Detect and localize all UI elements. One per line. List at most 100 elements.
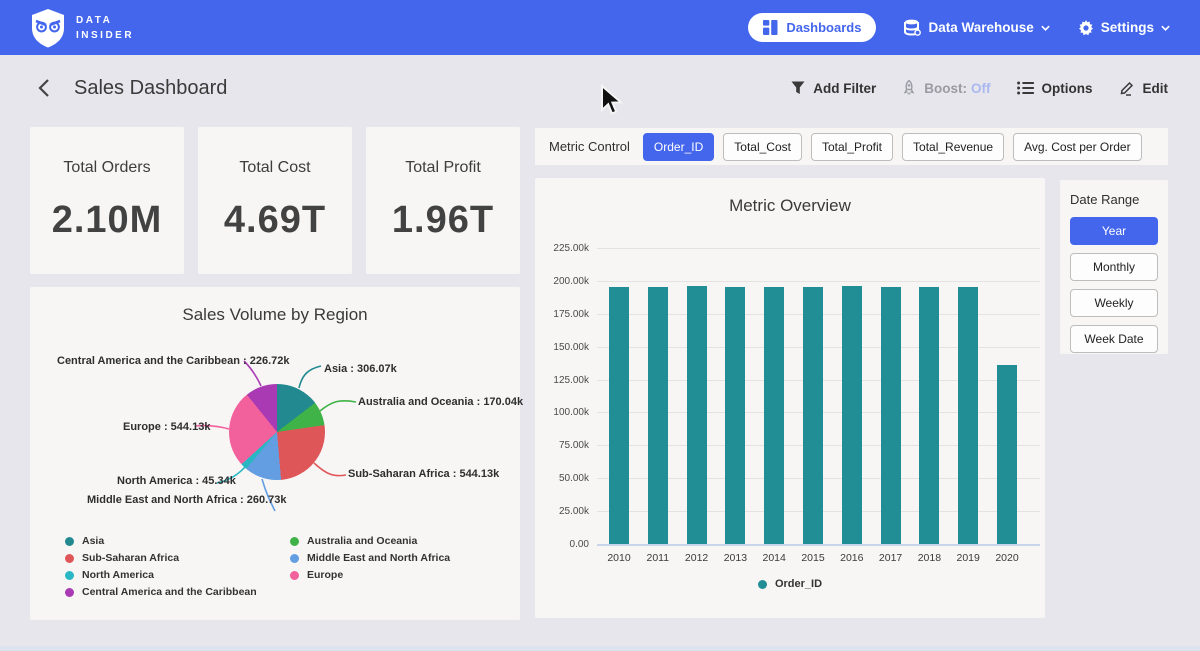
x-axis-tick: 2016 bbox=[832, 552, 872, 564]
date-range-label: Date Range bbox=[1070, 192, 1158, 207]
chevron-down-icon bbox=[1161, 25, 1170, 31]
gridline bbox=[597, 281, 1040, 282]
x-axis-tick: 2019 bbox=[948, 552, 988, 564]
kpi-value: 4.69T bbox=[224, 199, 326, 242]
chevron-down-icon bbox=[1041, 25, 1050, 31]
bar-2013[interactable] bbox=[725, 287, 745, 544]
pie-legend-column-2: Australia and Oceania Middle East and Nor… bbox=[290, 535, 450, 581]
y-axis-tick: 200.00k bbox=[535, 276, 589, 287]
metric-option-total-revenue[interactable]: Total_Revenue bbox=[902, 133, 1004, 161]
y-axis-tick: 175.00k bbox=[535, 309, 589, 320]
database-icon bbox=[904, 19, 921, 36]
filter-icon bbox=[791, 81, 805, 95]
pie-legend-item-sub-saharan-africa: Sub-Saharan Africa bbox=[65, 552, 257, 564]
pie-legend-item-middle-east-and-north-africa: Middle East and North Africa bbox=[290, 552, 450, 564]
y-axis-tick: 50.00k bbox=[535, 473, 589, 484]
boost-toggle[interactable]: Boost: Off bbox=[902, 80, 990, 96]
metric-option-total-profit[interactable]: Total_Profit bbox=[811, 133, 893, 161]
settings-label: Settings bbox=[1101, 20, 1154, 35]
edit-button[interactable]: Edit bbox=[1119, 80, 1169, 96]
pie-slice-label: Asia : 306.07k bbox=[324, 363, 397, 375]
x-axis-tick: 2018 bbox=[909, 552, 949, 564]
gear-icon bbox=[1078, 20, 1094, 36]
x-axis-tick: 2011 bbox=[638, 552, 678, 564]
bar-2019[interactable] bbox=[958, 287, 978, 545]
legend-label: Sub-Saharan Africa bbox=[82, 552, 179, 564]
add-filter-button[interactable]: Add Filter bbox=[791, 81, 876, 96]
legend-label: Europe bbox=[307, 569, 343, 581]
boost-value: Off bbox=[971, 81, 991, 96]
legend-label: Australia and Oceania bbox=[307, 535, 417, 547]
pie-chart-card: Sales Volume by Region Asia : 306.07k Au… bbox=[30, 287, 520, 620]
legend-dot-icon bbox=[65, 537, 74, 546]
edit-label: Edit bbox=[1143, 81, 1169, 96]
pie-legend-item-australia-and-oceania: Australia and Oceania bbox=[290, 535, 450, 547]
x-axis-tick: 2012 bbox=[677, 552, 717, 564]
metric-option-order-id[interactable]: Order_ID bbox=[643, 133, 714, 161]
metric-control-bar: Metric Control Order_IDTotal_CostTotal_P… bbox=[535, 128, 1168, 165]
kpi-value: 1.96T bbox=[392, 199, 494, 242]
pencil-icon bbox=[1119, 80, 1135, 96]
data-warehouse-menu[interactable]: Data Warehouse bbox=[904, 19, 1049, 36]
gridline bbox=[597, 248, 1040, 249]
metric-control-buttons: Order_ID Total_Cost Total_Profit Total_Reve… bbox=[643, 133, 1142, 161]
brand-line2: INSIDER bbox=[76, 28, 134, 43]
x-axis-tick: 2013 bbox=[715, 552, 755, 564]
pie-chart[interactable] bbox=[229, 384, 325, 480]
options-button[interactable]: Options bbox=[1017, 81, 1093, 96]
pie-legend-item-asia: Asia bbox=[65, 535, 257, 547]
bar-2010[interactable] bbox=[609, 287, 629, 544]
bar-2017[interactable] bbox=[881, 287, 901, 544]
bar-2014[interactable] bbox=[764, 287, 784, 544]
legend-dot-icon bbox=[290, 554, 299, 563]
back-chevron-icon bbox=[38, 78, 50, 98]
pie-slice-label: Sub-Saharan Africa : 544.13k bbox=[348, 468, 499, 480]
bar-2020[interactable] bbox=[997, 365, 1017, 544]
pie-slice-label: Australia and Oceania : 170.04k bbox=[358, 396, 523, 408]
bottom-strip bbox=[0, 646, 1200, 651]
y-axis-tick: 150.00k bbox=[535, 342, 589, 353]
kpi-label: Total Orders bbox=[63, 159, 150, 177]
dashboards-button[interactable]: Dashboards bbox=[748, 13, 876, 42]
legend-dot-icon bbox=[758, 580, 767, 589]
back-button[interactable] bbox=[32, 76, 56, 100]
bar-2012[interactable] bbox=[687, 286, 707, 544]
y-axis-tick: 225.00k bbox=[535, 243, 589, 254]
bar-legend: Order_ID bbox=[535, 578, 1045, 590]
settings-menu[interactable]: Settings bbox=[1078, 20, 1170, 36]
page-title: Sales Dashboard bbox=[74, 77, 227, 100]
bar-2015[interactable] bbox=[803, 287, 823, 544]
pie-legend-item-europe: Europe bbox=[290, 569, 450, 581]
options-label: Options bbox=[1042, 81, 1093, 96]
legend-dot-icon bbox=[290, 571, 299, 580]
owl-icon bbox=[30, 8, 66, 48]
metric-option-total-cost[interactable]: Total_Cost bbox=[723, 133, 802, 161]
date-range-option-year[interactable]: Year bbox=[1070, 217, 1158, 245]
pie-legend-column-1: Asia Sub-Saharan Africa North America Centr… bbox=[65, 535, 257, 598]
metric-option-avg-cost-per-order[interactable]: Avg. Cost per Order bbox=[1013, 133, 1142, 161]
date-range-buttons: Year Monthly Weekly Week Date bbox=[1070, 217, 1158, 353]
list-icon bbox=[1017, 81, 1034, 95]
kpi-card-total-profit: Total Profit 1.96T bbox=[366, 127, 520, 274]
bar-2011[interactable] bbox=[648, 287, 668, 544]
data-warehouse-label: Data Warehouse bbox=[928, 20, 1033, 35]
date-range-option-week-date[interactable]: Week Date bbox=[1070, 325, 1158, 353]
date-range-option-monthly[interactable]: Monthly bbox=[1070, 253, 1158, 281]
x-axis-tick: 2017 bbox=[871, 552, 911, 564]
bar-2018[interactable] bbox=[919, 287, 939, 544]
legend-dot-icon bbox=[290, 537, 299, 546]
pie-slice-label: North America : 45.34k bbox=[117, 475, 236, 487]
bar-plot-area: 225.00k200.00k175.00k150.00k125.00k100.0… bbox=[535, 178, 1045, 618]
date-range-option-weekly[interactable]: Weekly bbox=[1070, 289, 1158, 317]
kpi-card-total-orders: Total Orders 2.10M bbox=[30, 127, 184, 274]
brand-logo: DATA INSIDER bbox=[30, 8, 134, 48]
date-range-panel: Date Range Year Monthly Weekly Week Date bbox=[1060, 180, 1168, 354]
x-axis-tick: 2015 bbox=[793, 552, 833, 564]
y-axis-tick: 125.00k bbox=[535, 375, 589, 386]
brand-line1: DATA bbox=[76, 13, 134, 28]
pie-slice-label: Middle East and North Africa : 260.73k bbox=[87, 494, 286, 506]
pie-legend-item-central-america-and-the-caribbean: Central America and the Caribbean bbox=[65, 586, 257, 598]
bar-2016[interactable] bbox=[842, 286, 862, 544]
pie-legend-item-north-america: North America bbox=[65, 569, 257, 581]
rocket-icon bbox=[902, 80, 916, 96]
